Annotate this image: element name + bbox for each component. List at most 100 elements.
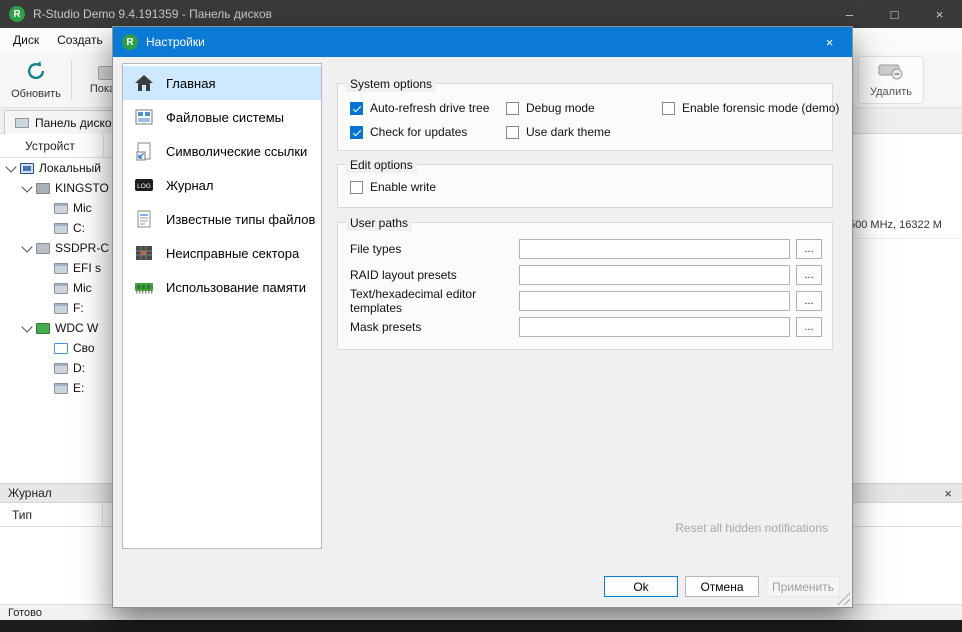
home-icon <box>132 71 156 95</box>
path-label: RAID layout presets <box>350 268 519 282</box>
dialog-buttons: Ok Отмена Применить <box>604 576 840 597</box>
refresh-button[interactable]: Обновить <box>4 55 68 105</box>
maximize-button[interactable]: □ <box>872 0 917 28</box>
checkbox-label: Auto-refresh drive tree <box>370 101 489 115</box>
checkbox-auto-refresh-drive-tree[interactable]: Auto-refresh drive tree <box>350 100 506 116</box>
app-logo-icon: R <box>9 6 25 22</box>
tree-header-label: Устройст <box>25 139 75 153</box>
settings-sidebar: Главная Файловые системы <box>122 63 322 549</box>
tree-row-label: Mic <box>73 281 92 295</box>
menu-create[interactable]: Создать <box>48 30 112 50</box>
file-systems-icon <box>132 105 156 129</box>
disk-panel-icon <box>15 118 29 128</box>
partition-icon <box>54 383 68 394</box>
mask-presets-input[interactable] <box>519 317 790 337</box>
sidebar-item-symlinks[interactable]: Символические ссылки <box>123 134 321 168</box>
tree-row-label: Mic <box>73 201 92 215</box>
cancel-button[interactable]: Отмена <box>685 576 759 597</box>
group-system-options: System options Auto-refresh drive tree D… <box>337 83 833 151</box>
checkbox-label: Use dark theme <box>526 125 611 139</box>
usb-drive-icon <box>36 183 50 194</box>
path-label: File types <box>350 242 519 256</box>
drive-properties-text: 500 MHz, 16322 M <box>849 219 942 231</box>
delete-drive-icon <box>878 62 904 83</box>
tab-disk-panel[interactable]: Панель дисков <box>4 110 129 134</box>
chevron-spacer <box>38 221 52 235</box>
tab-label: Панель дисков <box>35 116 118 130</box>
group-edit-options: Edit options Enable write <box>337 164 833 208</box>
dialog-titlebar: R Настройки × <box>113 27 852 57</box>
sidebar-item-bad-sectors[interactable]: Неисправные сектора <box>123 236 321 270</box>
sidebar-item-label: Символические ссылки <box>166 144 307 159</box>
checkbox-box <box>350 181 363 194</box>
partition-icon <box>54 283 68 294</box>
checkbox-label: Enable write <box>370 180 436 194</box>
file-types-input[interactable] <box>519 239 790 259</box>
checkbox-use-dark-theme[interactable]: Use dark theme <box>506 124 662 140</box>
reset-hidden-notifications-button[interactable]: Reset all hidden notifications <box>675 521 828 535</box>
sidebar-item-file-systems[interactable]: Файловые системы <box>123 100 321 134</box>
checkbox-label: Check for updates <box>370 125 467 139</box>
path-row-raid-presets: RAID layout presets ... <box>350 265 822 285</box>
tree-row-label: WDC W <box>55 321 98 335</box>
browse-button[interactable]: ... <box>796 291 822 311</box>
editor-templates-input[interactable] <box>519 291 790 311</box>
path-label: Mask presets <box>350 320 519 334</box>
sidebar-item-label: Главная <box>166 76 215 91</box>
group-title: Edit options <box>346 157 417 173</box>
close-button[interactable]: × <box>917 0 962 28</box>
dialog-close-button[interactable]: × <box>807 27 852 57</box>
log-close-icon[interactable]: × <box>944 487 952 500</box>
chevron-down-icon[interactable] <box>20 241 34 255</box>
sidebar-item-known-file-types[interactable]: Известные типы файлов <box>123 202 321 236</box>
sidebar-item-main[interactable]: Главная <box>123 66 321 100</box>
tree-row-label: Сво <box>73 341 95 355</box>
partition-icon <box>54 263 68 274</box>
chevron-down-icon[interactable] <box>20 181 34 195</box>
ok-button[interactable]: Ok <box>604 576 678 597</box>
caption-buttons: – □ × <box>827 0 962 28</box>
sidebar-item-log[interactable]: LOG Журнал <box>123 168 321 202</box>
refresh-icon <box>24 60 48 85</box>
partition-icon <box>54 303 68 314</box>
checkbox-enable-write[interactable]: Enable write <box>350 179 822 195</box>
sidebar-item-label: Файловые системы <box>166 110 284 125</box>
chevron-down-icon[interactable] <box>20 321 34 335</box>
delete-button[interactable]: Удалить <box>858 56 924 104</box>
apply-button[interactable]: Применить <box>766 576 840 597</box>
chevron-spacer <box>38 361 52 375</box>
browse-button[interactable]: ... <box>796 317 822 337</box>
dialog-app-icon: R <box>122 34 138 50</box>
log-icon: LOG <box>132 173 156 197</box>
sidebar-item-memory-usage[interactable]: Использование памяти <box>123 270 321 304</box>
browse-button[interactable]: ... <box>796 239 822 259</box>
raid-presets-input[interactable] <box>519 265 790 285</box>
group-title: System options <box>346 76 436 92</box>
delete-label: Удалить <box>870 86 912 98</box>
chevron-spacer <box>38 281 52 295</box>
checkbox-label: Debug mode <box>526 101 595 115</box>
menu-disk[interactable]: Диск <box>4 30 48 50</box>
checkbox-debug-mode[interactable]: Debug mode <box>506 100 662 116</box>
checkbox-box <box>506 126 519 139</box>
log-column-type[interactable]: Тип <box>0 503 103 526</box>
column-divider[interactable] <box>103 134 104 158</box>
partition-icon <box>54 203 68 214</box>
browse-button[interactable]: ... <box>796 265 822 285</box>
minimize-button[interactable]: – <box>827 0 872 28</box>
computer-icon <box>20 163 34 174</box>
checkbox-enable-forensic-mode[interactable]: Enable forensic mode (demo) <box>662 100 839 116</box>
tree-row-label: D: <box>73 361 85 375</box>
tree-row-label: C: <box>73 221 85 235</box>
svg-text:LOG: LOG <box>137 183 151 190</box>
hdd-green-icon <box>36 323 50 334</box>
chevron-down-icon[interactable] <box>4 161 18 175</box>
symlink-icon <box>132 139 156 163</box>
partition-icon <box>54 223 68 234</box>
memory-icon <box>132 275 156 299</box>
path-row-file-types: File types ... <box>350 239 822 259</box>
checkbox-box <box>506 102 519 115</box>
path-row-editor-templates: Text/hexadecimal editor templates ... <box>350 291 822 311</box>
tree-row-label: SSDPR-C <box>55 241 109 255</box>
checkbox-check-for-updates[interactable]: Check for updates <box>350 124 506 140</box>
